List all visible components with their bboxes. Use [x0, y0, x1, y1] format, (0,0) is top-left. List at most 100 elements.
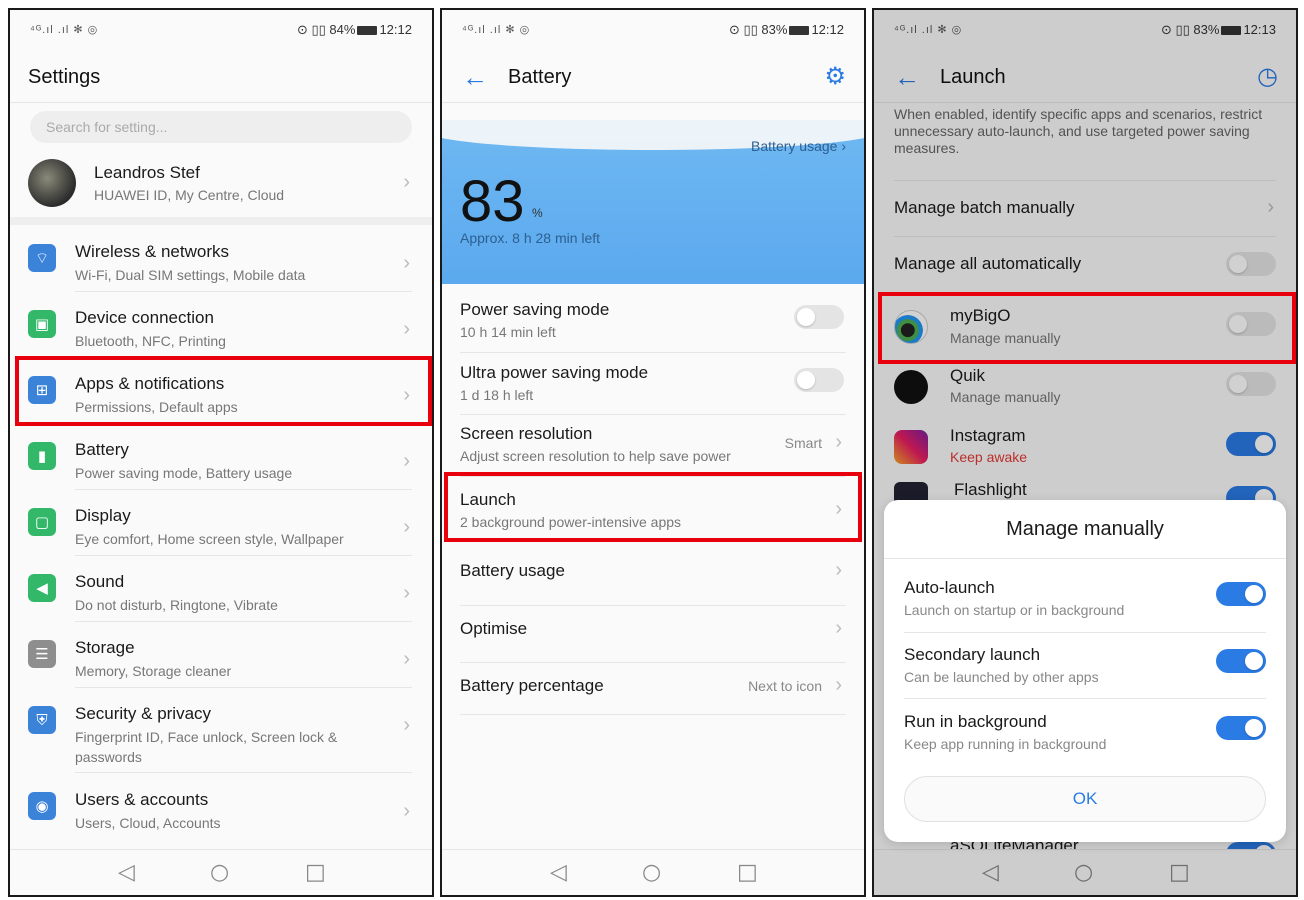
- settings-item-title: Device connection: [75, 308, 214, 327]
- nav-recents-icon[interactable]: □: [305, 860, 326, 885]
- avatar: [28, 159, 76, 207]
- signal-icons: ⁴ᴳ.ıl .ıl ✻ ◎: [462, 24, 531, 36]
- chevron-right-icon: ›: [403, 800, 410, 822]
- settings-item-sound[interactable]: ◀ Sound Do not disturb, Ringtone, Vibrat…: [10, 562, 432, 628]
- page-title: Settings: [28, 66, 101, 88]
- gear-icon[interactable]: ⚙: [824, 62, 846, 91]
- row-subtitle: 10 h 14 min left: [460, 324, 556, 340]
- settings-item-subtitle: Eye comfort, Home screen style, Wallpape…: [75, 531, 344, 547]
- highlight-box: [444, 472, 862, 542]
- settings-item-subtitle: Power saving mode, Battery usage: [75, 465, 293, 481]
- battery-usage-row[interactable]: Battery usage ›: [442, 545, 864, 601]
- ultra-power-saving-toggle[interactable]: [794, 368, 844, 392]
- chevron-right-icon: ›: [403, 648, 410, 670]
- secondary-launch-row[interactable]: Secondary launch Can be launched by othe…: [884, 639, 1286, 705]
- settings-item-subtitle: Wi-Fi, Dual SIM settings, Mobile data: [75, 267, 306, 283]
- settings-item-title: Storage: [75, 638, 135, 657]
- battery-hero: Battery usage › 83 % Approx. 8 h 28 min …: [442, 110, 864, 284]
- settings-item-title: Battery: [75, 440, 129, 459]
- nav-bar: ◁ ○ □: [442, 849, 864, 895]
- chevron-right-icon: ›: [835, 617, 842, 639]
- power-saving-row[interactable]: Power saving mode 10 h 14 min left: [442, 292, 864, 352]
- search-input[interactable]: Search for setting...: [30, 111, 412, 143]
- option-subtitle: Keep app running in background: [904, 736, 1107, 752]
- status-indicators: ⊙ ▯▯ 84%: [297, 22, 356, 37]
- back-arrow-icon[interactable]: ←: [462, 62, 488, 93]
- row-subtitle: Adjust screen resolution to help save po…: [460, 448, 731, 464]
- shield-icon: ⛨: [28, 706, 56, 734]
- settings-item-security[interactable]: ⛨ Security & privacy Fingerprint ID, Fac…: [10, 694, 432, 774]
- row-value: Next to icon: [748, 678, 822, 694]
- auto-launch-row[interactable]: Auto-launch Launch on startup or in back…: [884, 572, 1286, 638]
- ok-button[interactable]: OK: [904, 776, 1266, 822]
- nav-recents-icon[interactable]: □: [737, 860, 758, 885]
- status-bar: ⁴ᴳ.ıl .ıl ✻ ◎ ⊙ ▯▯ 84% 12:12: [10, 10, 432, 50]
- battery-level: 83: [460, 169, 525, 234]
- chevron-right-icon: ›: [403, 318, 410, 340]
- sound-icon: ◀: [28, 574, 56, 602]
- user-icon: ◉: [28, 792, 56, 820]
- secondary-launch-toggle[interactable]: [1216, 649, 1266, 673]
- settings-item-battery[interactable]: ▮ Battery Power saving mode, Battery usa…: [10, 430, 432, 496]
- screen-resolution-row[interactable]: Screen resolution Adjust screen resoluti…: [442, 416, 864, 476]
- nav-home-icon[interactable]: ○: [210, 860, 229, 885]
- section-gap: [10, 217, 432, 225]
- row-title: Screen resolution: [460, 424, 593, 443]
- dialog-title: Manage manually: [1006, 518, 1164, 540]
- profile-row[interactable]: Leandros Stef HUAWEI ID, My Centre, Clou…: [10, 155, 432, 219]
- settings-item-title: Sound: [75, 572, 125, 591]
- battery-percentage-row[interactable]: Battery percentage Next to icon ›: [442, 664, 864, 720]
- battery-usage-link[interactable]: Battery usage ›: [751, 138, 846, 154]
- chevron-right-icon: ›: [403, 252, 410, 274]
- ultra-power-saving-row[interactable]: Ultra power saving mode 1 d 18 h left: [442, 355, 864, 415]
- settings-item-subtitle: Users, Cloud, Accounts: [75, 815, 221, 831]
- settings-item-wireless[interactable]: ⌔ Wireless & networks Wi-Fi, Dual SIM se…: [10, 232, 432, 298]
- row-title: Power saving mode: [460, 300, 610, 319]
- settings-item-users[interactable]: ◉ Users & accounts Users, Cloud, Account…: [10, 780, 432, 846]
- status-bar: ⁴ᴳ.ıl .ıl ✻ ◎ ⊙ ▯▯ 83% 12:12: [442, 10, 864, 50]
- settings-item-subtitle: Memory, Storage cleaner: [75, 663, 232, 679]
- app-header: Settings: [10, 58, 432, 102]
- chevron-right-icon: ›: [403, 714, 410, 736]
- auto-launch-toggle[interactable]: [1216, 582, 1266, 606]
- nav-back-icon[interactable]: ◁: [118, 860, 135, 885]
- status-indicators: ⊙ ▯▯ 83%: [729, 22, 788, 37]
- storage-icon: ☰: [28, 640, 56, 668]
- chevron-right-icon: ›: [403, 516, 410, 538]
- settings-item-subtitle: Do not disturb, Ringtone, Vibrate: [75, 597, 278, 613]
- highlight-box: [878, 292, 1296, 364]
- chevron-right-icon: ›: [835, 674, 842, 696]
- row-title: Ultra power saving mode: [460, 363, 649, 382]
- row-subtitle: 1 d 18 h left: [460, 387, 534, 403]
- battery-icon: ▮: [28, 442, 56, 470]
- battery-screen: ⁴ᴳ.ıl .ıl ✻ ◎ ⊙ ▯▯ 83% 12:12 ← Battery ⚙ …: [440, 8, 866, 897]
- row-title: Battery percentage: [460, 676, 604, 695]
- row-title: Battery usage: [460, 561, 565, 580]
- nav-back-icon[interactable]: ◁: [550, 860, 567, 885]
- settings-item-display[interactable]: ▢ Display Eye comfort, Home screen style…: [10, 496, 432, 562]
- battery-level-unit: %: [532, 206, 543, 220]
- row-value: Smart: [784, 435, 822, 451]
- settings-item-device-connection[interactable]: ▣ Device connection Bluetooth, NFC, Prin…: [10, 298, 432, 364]
- settings-item-title: Wireless & networks: [75, 242, 229, 261]
- run-in-background-toggle[interactable]: [1216, 716, 1266, 740]
- settings-screen: ⁴ᴳ.ıl .ıl ✻ ◎ ⊙ ▯▯ 84% 12:12 Settings Sea…: [8, 8, 434, 897]
- optimise-row[interactable]: Optimise ›: [442, 607, 864, 663]
- settings-item-title: Security & privacy: [75, 704, 212, 723]
- wifi-icon: ⌔: [28, 244, 56, 272]
- app-header: ← Battery ⚙: [442, 58, 864, 102]
- signal-icons: ⁴ᴳ.ıl .ıl ✻ ◎: [30, 24, 99, 36]
- run-in-background-row[interactable]: Run in background Keep app running in ba…: [884, 706, 1286, 772]
- settings-item-title: Display: [75, 506, 131, 525]
- battery-status-icon: [357, 26, 378, 36]
- power-saving-toggle[interactable]: [794, 305, 844, 329]
- clock: 12:12: [379, 22, 412, 37]
- settings-item-storage[interactable]: ☰ Storage Memory, Storage cleaner ›: [10, 628, 432, 694]
- clock: 12:12: [811, 22, 844, 37]
- profile-name: Leandros Stef: [94, 163, 200, 182]
- option-title: Run in background: [904, 712, 1047, 731]
- battery-status-icon: [789, 26, 810, 36]
- nav-home-icon[interactable]: ○: [642, 860, 661, 885]
- chevron-right-icon: ›: [403, 582, 410, 604]
- settings-item-subtitle: Fingerprint ID, Face unlock, Screen lock…: [75, 729, 338, 765]
